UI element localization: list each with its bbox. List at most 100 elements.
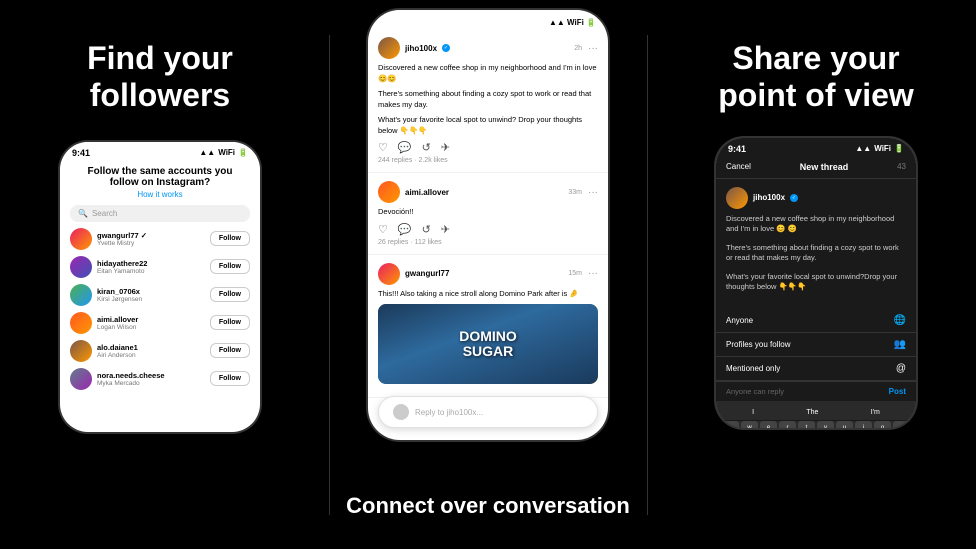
realname-alo: Airi Anderson bbox=[97, 352, 138, 359]
follow-btn-6[interactable]: Follow bbox=[210, 371, 250, 386]
avatar-hidayath bbox=[70, 256, 92, 278]
like-icon-aimi[interactable]: ♡ bbox=[378, 223, 388, 236]
divider-left bbox=[329, 35, 330, 515]
predict-1[interactable]: I bbox=[752, 409, 754, 416]
key-u[interactable]: u bbox=[836, 421, 853, 428]
signal-icon-right: ▲▲ bbox=[855, 144, 871, 153]
panel-left: Find yourfollowers 9:41 ▲▲ WiFi 🔋 Follow… bbox=[0, 0, 320, 549]
compose-text3: What's your favorite local spot to unwin… bbox=[726, 272, 906, 293]
at-icon: @ bbox=[896, 363, 906, 374]
key-p[interactable]: p bbox=[893, 421, 910, 428]
follow-btn-3[interactable]: Follow bbox=[210, 287, 250, 302]
battery-icon-right: 🔋 bbox=[894, 144, 904, 153]
wifi-icon-right: WiFi bbox=[874, 144, 891, 153]
how-it-works-link[interactable]: How it works bbox=[70, 190, 250, 199]
compose-avatar bbox=[726, 187, 748, 209]
realname-gwangurl: Yvette Mistry bbox=[97, 240, 147, 247]
domino-sign: DOMINOSUGAR bbox=[459, 329, 517, 360]
phone-right: 9:41 ▲▲ WiFi 🔋 Cancel New thread 43 bbox=[716, 138, 916, 428]
thread-actions-jiho: ♡ 💬 ↺ ✈ bbox=[378, 141, 598, 154]
headline-right: Share yourpoint of view bbox=[718, 40, 914, 114]
like-icon-jiho[interactable]: ♡ bbox=[378, 141, 388, 154]
avatar-nora bbox=[70, 368, 92, 390]
audience-anyone-label: Anyone bbox=[726, 316, 753, 325]
thread-text-jiho: Discovered a new coffee shop in my neigh… bbox=[378, 63, 598, 84]
phone-dark-right: 9:41 ▲▲ WiFi 🔋 Cancel New thread 43 bbox=[716, 138, 916, 428]
status-bar-middle: ▲▲ WiFi 🔋 bbox=[368, 10, 608, 29]
audience-follow[interactable]: Profiles you follow 👥 bbox=[716, 333, 916, 357]
compose-area: jiho100x ✓ Discovered a new coffee shop … bbox=[716, 179, 916, 309]
thread-text-jiho3: What's your favorite local spot to unwin… bbox=[378, 115, 598, 136]
cancel-btn[interactable]: Cancel bbox=[726, 162, 751, 171]
avatar-alo bbox=[70, 340, 92, 362]
follow-btn-5[interactable]: Follow bbox=[210, 343, 250, 358]
follow-item-4: aimi.allover Logan Wilson Follow bbox=[70, 312, 250, 334]
post-button[interactable]: Post bbox=[889, 387, 906, 396]
more-icon-gwang[interactable]: ··· bbox=[588, 268, 598, 279]
divider-right bbox=[647, 35, 648, 515]
thread-stats-aimi: 26 replies · 112 likes bbox=[378, 239, 598, 246]
share-icon-aimi[interactable]: ✈ bbox=[441, 223, 450, 236]
instagram-follow-title: Follow the same accounts youfollow on In… bbox=[70, 166, 250, 188]
thread-text-gwang: This!!! Also taking a nice stroll along … bbox=[378, 289, 598, 300]
predict-2[interactable]: The bbox=[806, 409, 818, 416]
key-y[interactable]: y bbox=[817, 421, 834, 428]
thread-item-3: gwangurl77 15m ··· This!!! Also taking a… bbox=[368, 255, 608, 399]
globe-icon: 🌐 bbox=[894, 315, 906, 326]
share-icon-jiho[interactable]: ✈ bbox=[441, 141, 450, 154]
username-aimi: aimi.allover bbox=[97, 315, 138, 324]
comment-icon-jiho[interactable]: 💬 bbox=[398, 141, 412, 154]
middle-bottom-label: Connect over conversation bbox=[346, 493, 630, 519]
compose-text: Discovered a new coffee shop in my neigh… bbox=[726, 214, 906, 235]
comment-icon-aimi[interactable]: 💬 bbox=[398, 223, 412, 236]
realname-nora: Myka Mercado bbox=[97, 380, 165, 387]
username-kiran: kiran_0706x bbox=[97, 287, 142, 296]
realname-aimi: Logan Wilson bbox=[97, 324, 138, 331]
repost-icon-aimi[interactable]: ↺ bbox=[422, 223, 431, 236]
main-layout: Find yourfollowers 9:41 ▲▲ WiFi 🔋 Follow… bbox=[0, 0, 976, 549]
panel-right: Share yourpoint of view 9:41 ▲▲ WiFi 🔋 C… bbox=[656, 0, 976, 549]
compose-text2: There's something about finding a cozy s… bbox=[726, 243, 906, 264]
thread-stats-jiho: 244 replies · 2.2k likes bbox=[378, 157, 598, 164]
audience-anyone[interactable]: Anyone 🌐 bbox=[716, 309, 916, 333]
avatar-gwang-middle bbox=[378, 263, 400, 285]
compose-verified: ✓ bbox=[790, 194, 798, 202]
avatar-aimi bbox=[70, 312, 92, 334]
thread-username-gwang: gwangurl77 bbox=[405, 269, 449, 278]
follow-btn-1[interactable]: Follow bbox=[210, 231, 250, 246]
status-time-right: 9:41 bbox=[728, 144, 746, 154]
follow-btn-4[interactable]: Follow bbox=[210, 315, 250, 330]
key-w[interactable]: w bbox=[741, 421, 758, 428]
audience-options: Anyone 🌐 Profiles you follow 👥 Mentioned… bbox=[716, 309, 916, 381]
reply-bar[interactable]: Reply to jiho100x... bbox=[378, 396, 598, 428]
phone-middle: ▲▲ WiFi 🔋 jiho100x ✓ 2h ··· bbox=[368, 10, 608, 440]
thread-image-domino: DOMINOSUGAR bbox=[378, 304, 598, 384]
panel-middle: ▲▲ WiFi 🔋 jiho100x ✓ 2h ··· bbox=[338, 0, 638, 549]
predict-3[interactable]: I'm bbox=[871, 409, 880, 416]
thread-actions-aimi: ♡ 💬 ↺ ✈ bbox=[378, 223, 598, 236]
key-r[interactable]: r bbox=[779, 421, 796, 428]
thread-item-1: jiho100x ✓ 2h ··· Discovered a new coffe… bbox=[368, 29, 608, 173]
more-icon-aimi[interactable]: ··· bbox=[588, 187, 598, 198]
new-thread-title: New thread bbox=[800, 162, 849, 172]
key-q[interactable]: q bbox=[722, 421, 739, 428]
key-o[interactable]: o bbox=[874, 421, 891, 428]
more-icon-jiho[interactable]: ··· bbox=[588, 43, 598, 54]
predictive-bar: I The I'm bbox=[718, 405, 914, 421]
avatar-kiran bbox=[70, 284, 92, 306]
status-bar-left: 9:41 ▲▲ WiFi 🔋 bbox=[60, 142, 260, 160]
phone-content-left: Follow the same accounts youfollow on In… bbox=[60, 160, 260, 402]
char-count: 43 bbox=[897, 162, 906, 171]
key-t[interactable]: t bbox=[798, 421, 815, 428]
follow-btn-2[interactable]: Follow bbox=[210, 259, 250, 274]
key-i[interactable]: i bbox=[855, 421, 872, 428]
follow-item-1: gwangurl77 ✓ Yvette Mistry Follow bbox=[70, 228, 250, 250]
audience-mentioned[interactable]: Mentioned only @ bbox=[716, 357, 916, 381]
key-e[interactable]: e bbox=[760, 421, 777, 428]
username-hidayath: hidayathere22 bbox=[97, 259, 147, 268]
search-bar[interactable]: 🔍 Search bbox=[70, 205, 250, 222]
new-thread-header: Cancel New thread 43 bbox=[716, 156, 916, 179]
repost-icon-jiho[interactable]: ↺ bbox=[422, 141, 431, 154]
reply-avatar bbox=[393, 404, 409, 420]
thread-username-jiho: jiho100x bbox=[405, 44, 437, 53]
